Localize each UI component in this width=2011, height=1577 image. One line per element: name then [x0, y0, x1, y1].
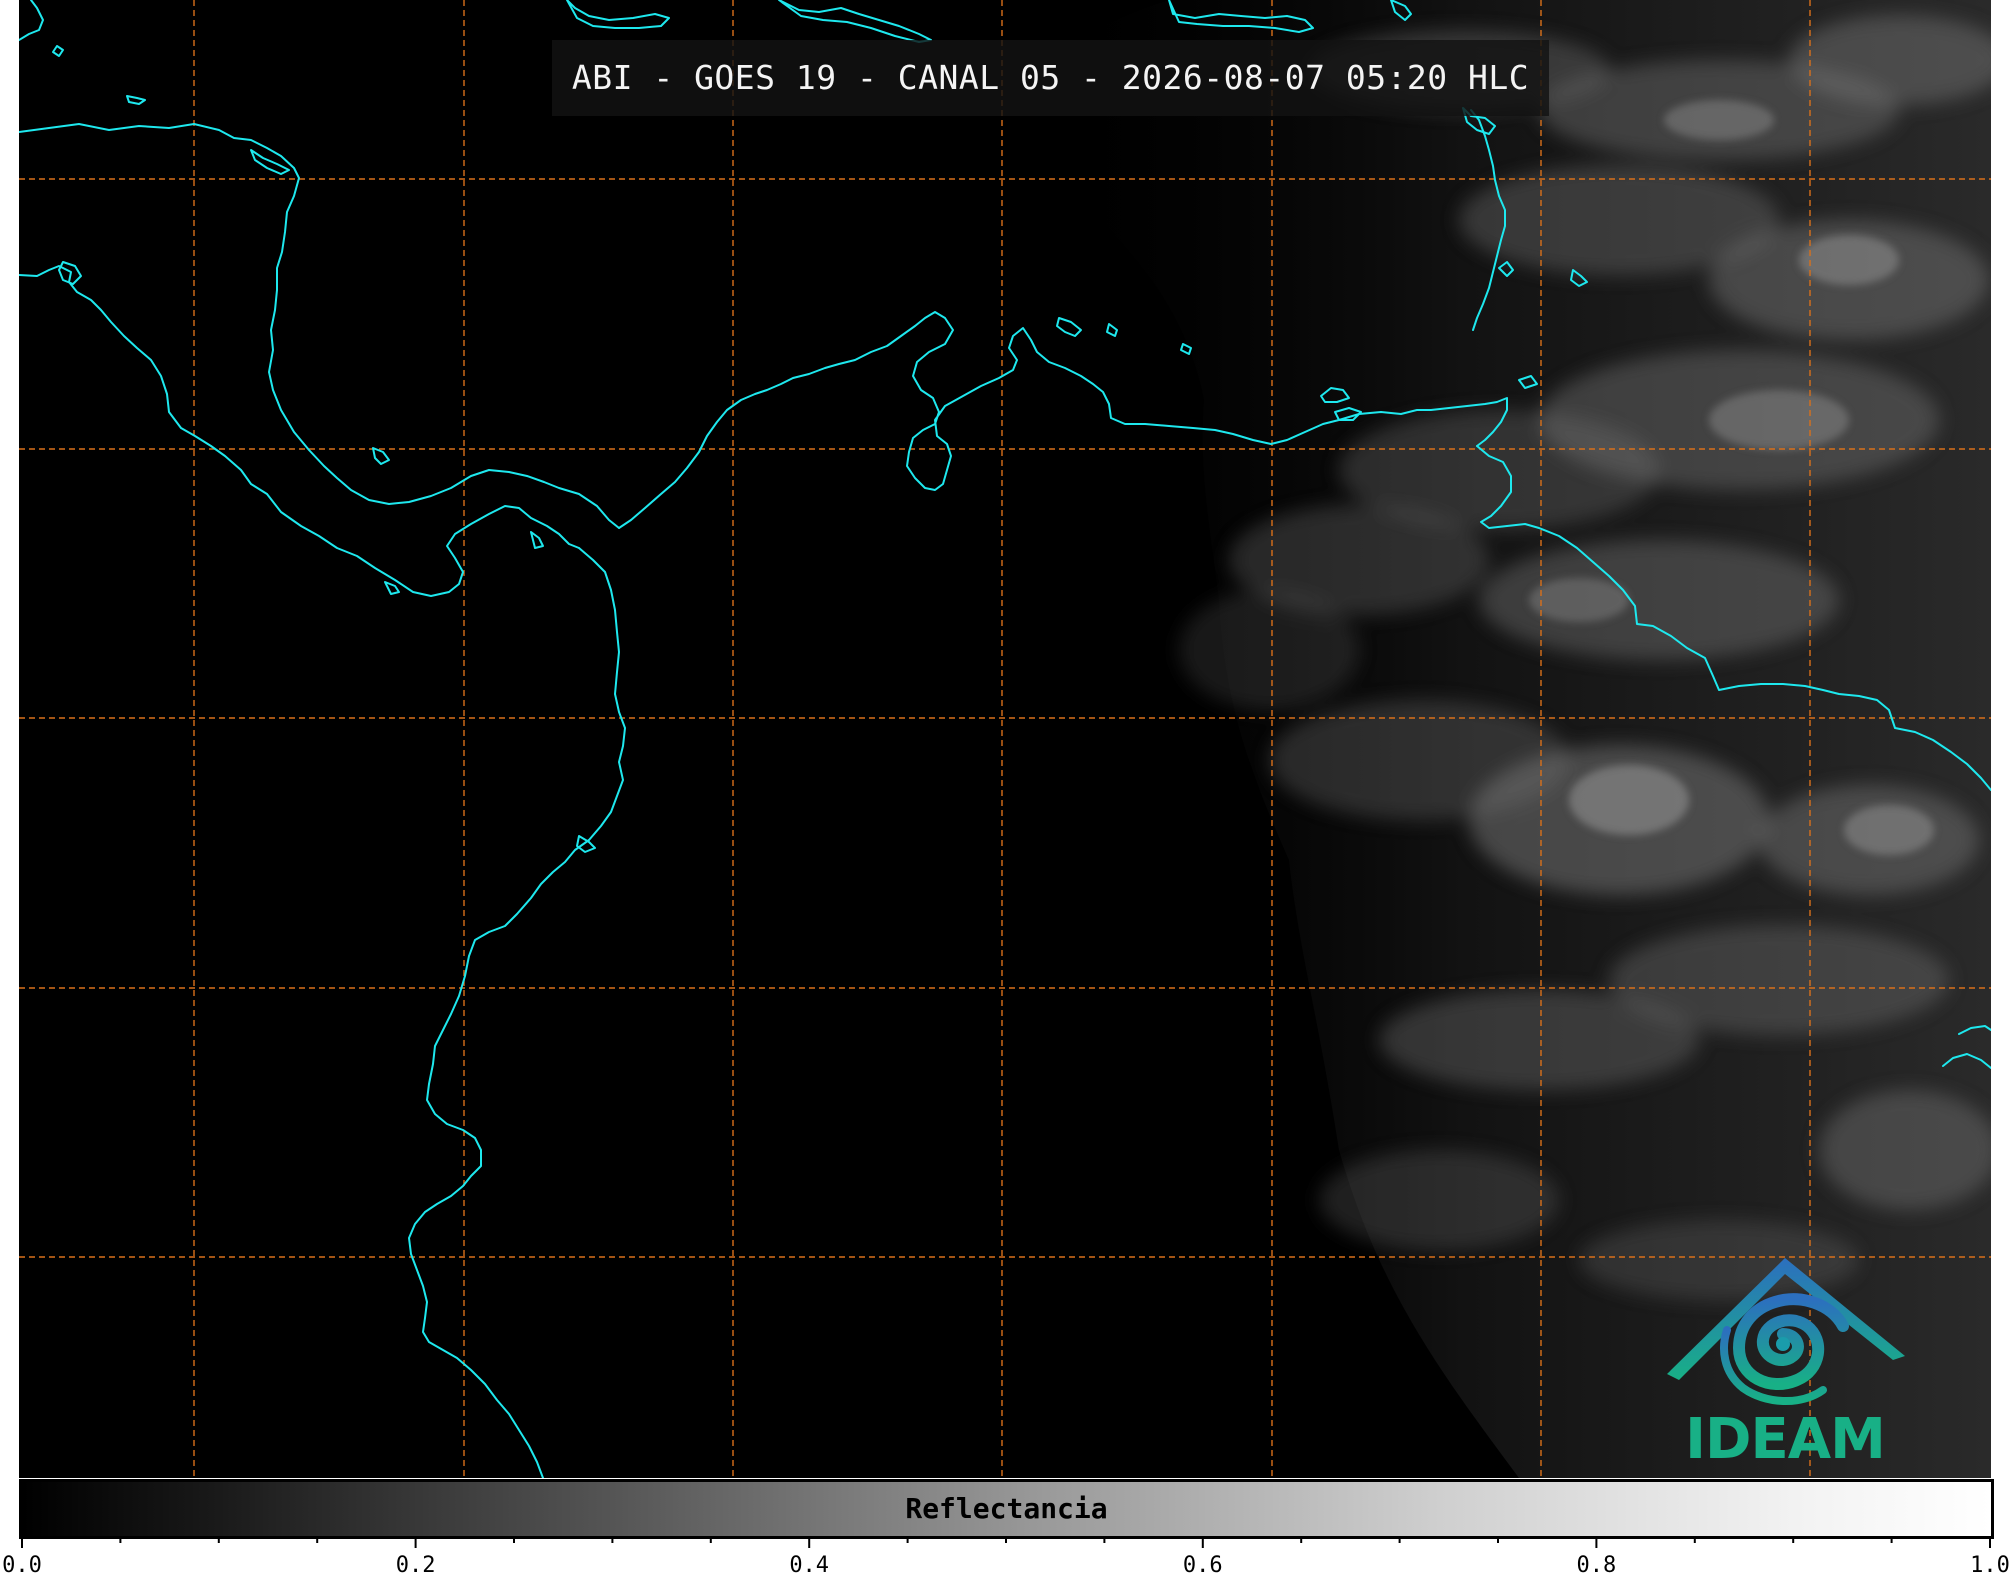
- island-18: [126, 95, 146, 105]
- island-21: [530, 531, 544, 549]
- ideam-logo: IDEAM: [1661, 1252, 1909, 1478]
- colorbar-tick-label: 0.6: [1183, 1553, 1223, 1577]
- coastline-central-america-pacific: [19, 265, 580, 597]
- ideam-logo-text: IDEAM: [1685, 1407, 1886, 1472]
- colorbar-tick-label: 0.2: [396, 1553, 436, 1577]
- colorbar-tick-labels: 0.0 0.2 0.4 0.6 0.8 1.0: [2, 1553, 2010, 1577]
- reflectance-colorbar: Reflectancia: [19, 1479, 1994, 1539]
- map-title: ABI - GOES 19 - CANAL 05 - 2026-08-07 05…: [552, 40, 1549, 116]
- island-16: [19, 0, 44, 41]
- colorbar-axis: 0.0 0.2 0.4 0.6 0.8 1.0: [2, 1536, 2010, 1577]
- island-9: [1106, 323, 1118, 337]
- island-22: [576, 835, 596, 853]
- satellite-map: ABI - GOES 19 - CANAL 05 - 2026-08-07 05…: [19, 0, 1991, 1478]
- colorbar-tick-label: 0.8: [1577, 1553, 1617, 1577]
- colorbar-tick-label: 1.0: [1970, 1553, 2010, 1577]
- ideam-emblem-icon: [1667, 1258, 1905, 1405]
- island-17: [52, 45, 64, 57]
- island-2: [778, 0, 932, 43]
- colorbar-tick-label: 0.4: [789, 1553, 829, 1577]
- island-8: [1056, 317, 1082, 337]
- island-20: [384, 581, 400, 595]
- colorbar-label: Reflectancia: [905, 1492, 1108, 1525]
- colorbar-ticks: [21, 1536, 1991, 1548]
- coastline-mexico-gulf: [19, 123, 620, 529]
- island-1: [566, 0, 670, 29]
- island-14: [250, 149, 290, 175]
- colorbar-tick-label: 0.0: [2, 1553, 42, 1577]
- coastline-colombia-pacific: [408, 547, 626, 1478]
- island-19: [372, 447, 390, 465]
